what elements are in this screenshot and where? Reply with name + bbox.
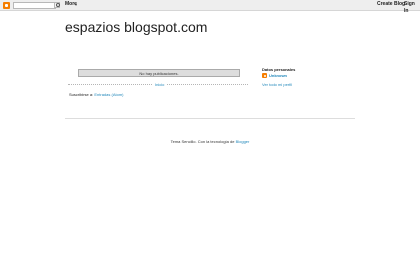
footer-text: Tema Sencillo. Con la tecnología de <box>170 139 235 144</box>
search-input[interactable] <box>13 2 56 9</box>
subscribe-line: Suscribirse a: Entradas (Atom) <box>69 92 123 97</box>
subscribe-label: Suscribirse a: <box>69 92 94 97</box>
profile-name-link[interactable]: Unknown <box>269 73 287 78</box>
blog-title[interactable]: espazios blogspot.com <box>65 19 207 35</box>
blogger-profile-icon <box>262 73 267 78</box>
sign-in-link[interactable]: Sign In <box>404 1 420 15</box>
profile-heading: Datos personales <box>262 67 296 72</box>
atom-feed-link[interactable]: Entradas (Atom) <box>94 92 123 97</box>
search-icon[interactable] <box>54 2 60 8</box>
blogger-link[interactable]: Blogger <box>236 139 250 144</box>
footer-divider <box>65 118 355 119</box>
home-link[interactable]: Inicio <box>153 82 167 87</box>
create-blog-link[interactable]: Create Blog <box>377 1 405 8</box>
chevron-down-icon[interactable] <box>75 4 77 6</box>
view-profile-link[interactable]: Ver todo mi perfil <box>262 82 292 87</box>
blogger-navbar: More Create Blog Sign In <box>0 0 420 14</box>
blogger-logo-icon[interactable] <box>3 2 10 9</box>
status-message: No hay publicaciones. <box>78 69 240 77</box>
footer-attribution: Tema Sencillo. Con la tecnología de Blog… <box>0 139 420 144</box>
